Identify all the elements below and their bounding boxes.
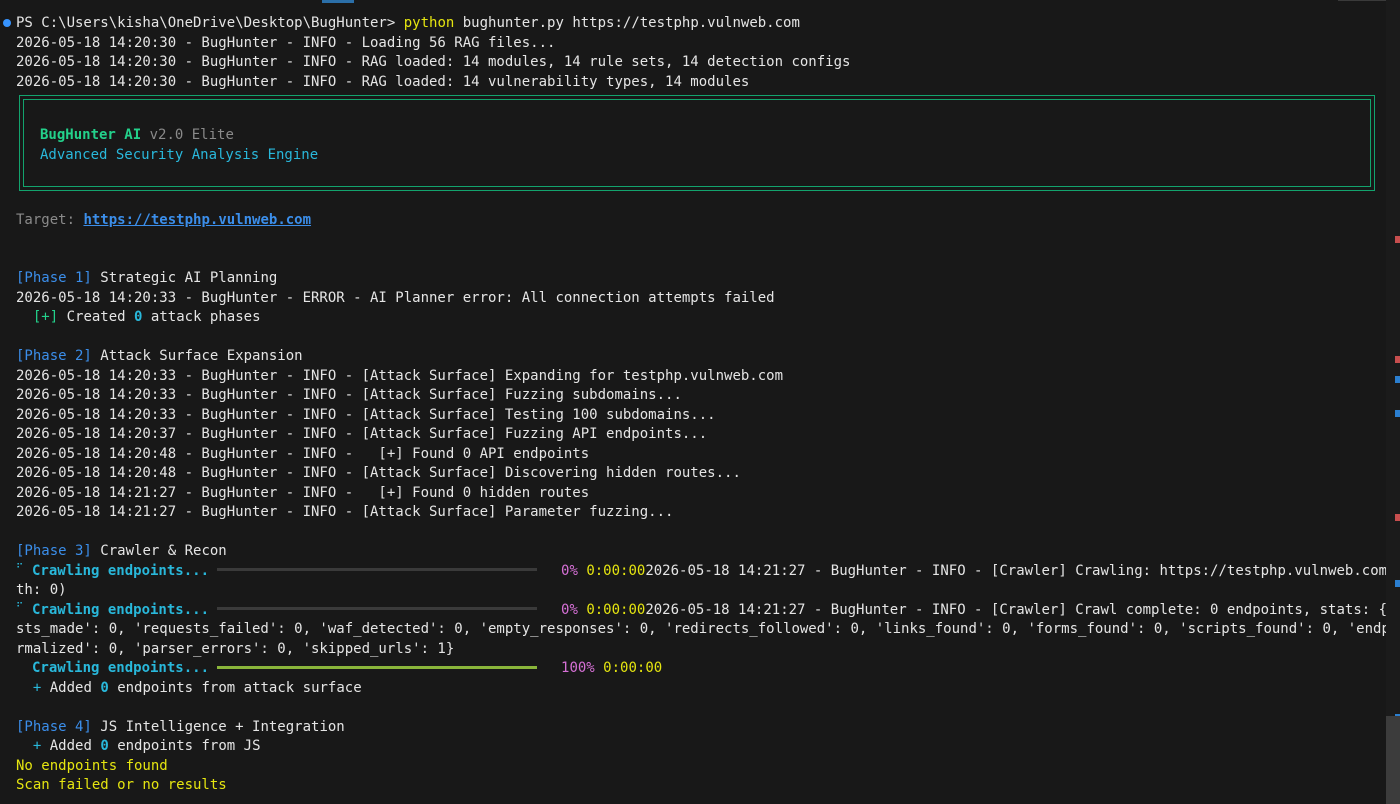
progress-label: Crawling endpoints...	[32, 562, 210, 579]
spinner-icon: ⠋	[16, 562, 24, 574]
banner-app-name: BugHunter AI	[40, 127, 142, 143]
terminal-output: PS C:\Users\kisha\OneDrive\Desktop\BugHu…	[16, 14, 1386, 796]
scroll-marker-info	[1395, 580, 1400, 587]
log-line: 2026-05-18 14:20:48 - BugHunter - INFO -…	[16, 445, 590, 462]
progress-percent: 100%	[561, 660, 595, 676]
log-line-wrap: th: 0)	[16, 582, 67, 598]
app-banner: BugHunter AI v2.0 Elite Advanced Securit…	[19, 95, 1375, 191]
progress-time: 0:00:00	[586, 562, 646, 579]
log-line: 2026-05-18 14:21:27 - BugHunter - INFO -…	[645, 601, 1386, 618]
progress-time: 0:00:00	[603, 660, 663, 676]
phase-title: Strategic AI Planning	[100, 270, 278, 286]
progress-bar	[217, 607, 538, 610]
progress-label: Crawling endpoints...	[32, 601, 210, 618]
target-label: Target:	[16, 211, 76, 228]
target-url-link[interactable]: https://testphp.vulnweb.com	[83, 212, 311, 228]
scroll-marker-error	[1395, 236, 1400, 243]
log-line: 2026-05-18 14:20:30 - BugHunter - INFO -…	[16, 34, 556, 51]
progress-percent: 0%	[561, 601, 578, 618]
added-endpoints-line: + Added 0 endpoints from attack surface	[32, 679, 362, 696]
phase-3-header: [Phase 3] Crawler & Recon	[16, 542, 1386, 562]
log-line: 2026-05-18 14:20:30 - BugHunter - INFO -…	[16, 73, 750, 90]
progress-percent: 0%	[561, 562, 578, 579]
phase-1-result: [+] Created 0 attack phases	[32, 309, 261, 325]
phase-title: Attack Surface Expansion	[100, 348, 303, 364]
banner-version: v2.0 Elite	[149, 127, 234, 143]
scrollbar-thumb[interactable]	[1386, 716, 1400, 804]
terminal-panel[interactable]: PS C:\Users\kisha\OneDrive\Desktop\BugHu…	[0, 0, 1400, 804]
vertical-scrollbar[interactable]	[1386, 0, 1400, 804]
log-line: 2026-05-18 14:21:27 - BugHunter - INFO -…	[645, 562, 1386, 579]
prompt-args: bughunter.py https://testphp.vulnweb.com	[462, 15, 800, 31]
target-line: Target: https://testphp.vulnweb.com	[16, 211, 1386, 231]
command-decoration-icon[interactable]	[3, 19, 11, 27]
phase-tag: [Phase 2]	[16, 348, 92, 364]
log-line: 2026-05-18 14:20:37 - BugHunter - INFO -…	[16, 426, 708, 442]
spinner-icon: ⠋	[16, 601, 24, 613]
log-line: 2026-05-18 14:20:30 - BugHunter - INFO -…	[16, 54, 851, 70]
count-value: 0	[100, 679, 109, 696]
log-line: 2026-05-18 14:21:27 - BugHunter - INFO -…	[16, 484, 590, 501]
phase-4-header: [Phase 4] JS Intelligence + Integration	[16, 718, 1386, 738]
top-divider	[1338, 0, 1386, 1]
scroll-marker-info	[1395, 376, 1400, 383]
log-line: 2026-05-18 14:20:33 - BugHunter - INFO -…	[16, 387, 682, 403]
warning-line: No endpoints found	[16, 757, 168, 774]
log-line-wrap: rmalized': 0, 'parser_errors': 0, 'skipp…	[16, 640, 455, 657]
active-tab-indicator	[322, 0, 354, 3]
phase-tag: [Phase 1]	[16, 270, 92, 286]
count-value: 0	[134, 309, 143, 325]
progress-bar-fill	[217, 665, 538, 669]
scroll-marker-error	[1395, 356, 1400, 363]
banner-text: BugHunter AI v2.0 Elite Advanced Securit…	[40, 126, 318, 165]
count-value: 0	[100, 738, 109, 754]
log-line-wrap: sts_made': 0, 'requests_failed': 0, 'waf…	[16, 621, 1386, 637]
log-line: 2026-05-18 14:20:33 - BugHunter - INFO -…	[16, 406, 716, 423]
progress-row: ⠋ Crawling endpoints... 0% 0:00:002026-05-…	[16, 601, 1386, 621]
added-endpoints-line: + Added 0 endpoints from JS	[32, 738, 261, 754]
scroll-marker-error	[1395, 514, 1400, 521]
progress-row-complete: Crawling endpoints... 100% 0:00:00	[16, 659, 1386, 679]
phase-tag: [Phase 4]	[16, 718, 92, 735]
progress-label: Crawling endpoints...	[32, 660, 210, 676]
error-log-line: 2026-05-18 14:20:33 - BugHunter - ERROR …	[16, 289, 775, 306]
phase-2-header: [Phase 2] Attack Surface Expansion	[16, 347, 1386, 367]
log-line: 2026-05-18 14:20:48 - BugHunter - INFO -…	[16, 465, 741, 481]
progress-bar	[217, 568, 538, 571]
phase-title: Crawler & Recon	[100, 543, 227, 559]
phase-title: JS Intelligence + Integration	[100, 718, 345, 735]
success-marker: [+]	[32, 309, 59, 325]
prompt-command: python	[403, 15, 455, 31]
scroll-marker-info	[1395, 410, 1400, 417]
progress-bar	[217, 665, 538, 669]
progress-time: 0:00:00	[586, 601, 646, 618]
prompt-line: PS C:\Users\kisha\OneDrive\Desktop\BugHu…	[16, 14, 1386, 34]
phase-tag: [Phase 3]	[16, 543, 92, 559]
banner-subtitle: Advanced Security Analysis Engine	[40, 146, 319, 163]
log-line: 2026-05-18 14:21:27 - BugHunter - INFO -…	[16, 504, 674, 520]
progress-row: ⠋ Crawling endpoints... 0% 0:00:002026-05-…	[16, 562, 1386, 582]
phase-1-header: [Phase 1] Strategic AI Planning	[16, 269, 1386, 289]
prompt-path: PS C:\Users\kisha\OneDrive\Desktop\BugHu…	[16, 15, 396, 31]
warning-line: Scan failed or no results	[16, 777, 227, 793]
log-line: 2026-05-18 14:20:33 - BugHunter - INFO -…	[16, 367, 784, 384]
